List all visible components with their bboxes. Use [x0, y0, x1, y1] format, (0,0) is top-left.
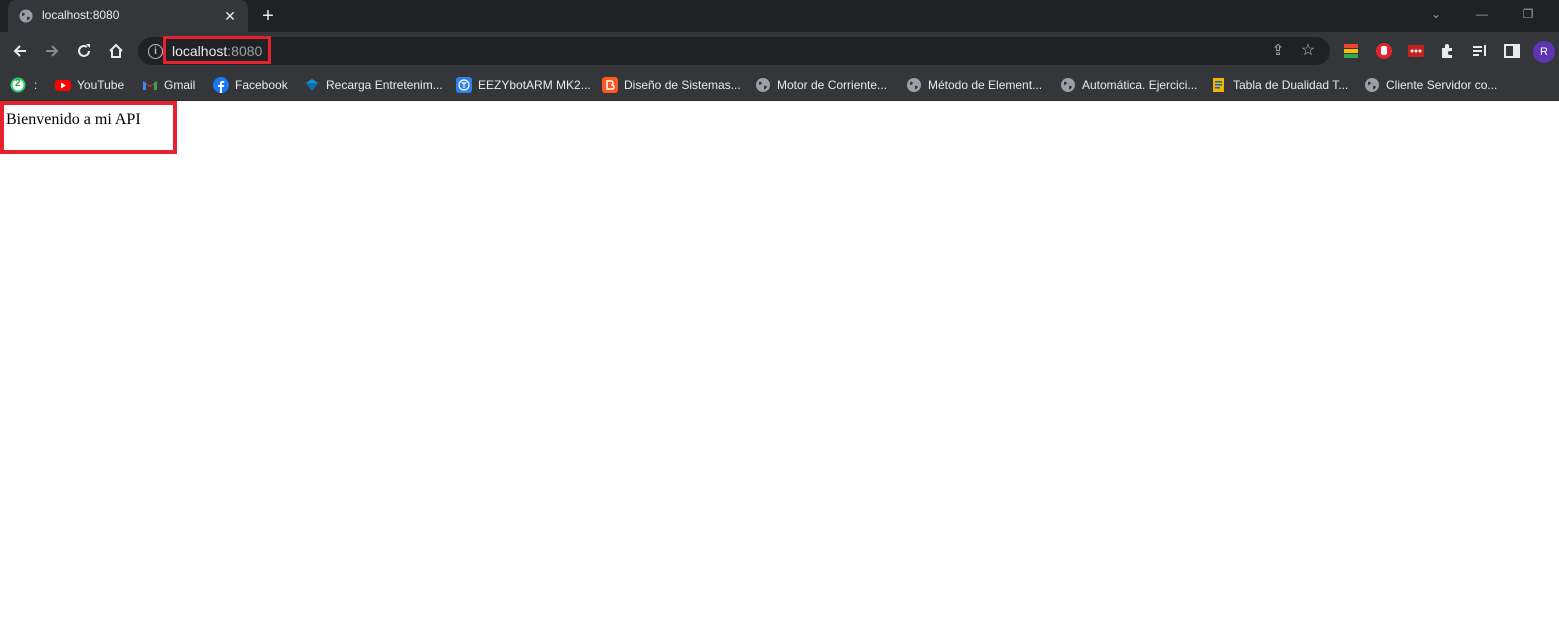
bookmark-label: Cliente Servidor co... [1386, 78, 1498, 92]
globe-icon [907, 78, 921, 92]
globe-icon [19, 9, 33, 23]
bookmark-label: Diseño de Sistemas... [624, 78, 741, 92]
arrow-right-icon [46, 45, 59, 57]
forward-button[interactable] [38, 37, 66, 65]
bookmarks-bar: 2 : YouTube Gmail Facebook Recarga Entre… [0, 70, 1559, 101]
profile-avatar[interactable]: R [1533, 41, 1555, 63]
tab-close-icon[interactable]: ✕ [220, 6, 240, 26]
bookmark-tabla-dualidad[interactable]: Tabla de Dualidad T... [1211, 75, 1356, 95]
new-tab-button[interactable]: + [256, 4, 280, 28]
bookmark-automatica[interactable]: Automática. Ejercici... [1060, 75, 1200, 95]
minimize-button[interactable]: — [1459, 0, 1505, 32]
gmail-icon [143, 81, 157, 90]
translate-icon [456, 77, 472, 93]
bookmark-star-icon[interactable]: ☆ [1298, 41, 1318, 61]
bookmark-label: EEZYbotARM MK2... [478, 78, 591, 92]
bookmark-label: YouTube [77, 78, 125, 92]
extensions-puzzle-icon[interactable] [1439, 42, 1457, 60]
bookmark-gmail[interactable]: Gmail [142, 75, 202, 95]
tab-search-dropdown-icon[interactable]: ⌄ [1413, 0, 1459, 32]
site-info-icon[interactable]: i [148, 44, 163, 59]
back-button[interactable] [6, 37, 34, 65]
extension-dots-icon[interactable] [1407, 42, 1425, 60]
page-content: Bienvenido a mi API [0, 101, 1559, 633]
restore-button[interactable]: ❐ [1505, 0, 1551, 32]
blogger-icon [602, 77, 618, 93]
apps-separator: : [34, 78, 38, 92]
bookmark-metodo-element[interactable]: Método de Element... [906, 75, 1051, 95]
bookmark-label: Método de Element... [928, 78, 1043, 92]
side-panel-icon[interactable] [1503, 42, 1521, 60]
globe-icon [756, 78, 770, 92]
home-button[interactable] [102, 37, 130, 65]
youtube-icon [55, 80, 71, 91]
apps-shortcut[interactable]: 2 : [10, 75, 42, 95]
apps-badge-count: 2 [15, 78, 21, 89]
tab-title: localhost:8080 [42, 8, 120, 22]
document-icon [1213, 78, 1224, 92]
bookmark-label: Recarga Entretenim... [326, 78, 443, 92]
bookmark-label: Facebook [235, 78, 288, 92]
bookmark-label: Gmail [164, 78, 196, 92]
home-icon [109, 43, 123, 58]
bookmark-cliente-servidor[interactable]: Cliente Servidor co... [1364, 75, 1504, 95]
recarga-logo-icon [306, 79, 318, 91]
message-highlight-box [0, 101, 177, 154]
reload-button[interactable] [70, 37, 98, 65]
globe-icon [1365, 78, 1379, 92]
reading-list-icon[interactable] [1471, 42, 1489, 60]
bookmark-label: Motor de Corriente... [777, 78, 888, 92]
bookmark-youtube[interactable]: YouTube [55, 75, 130, 95]
address-bar[interactable]: i localhost:8080 ⇪ ☆ [138, 37, 1330, 65]
arrow-left-icon [13, 45, 26, 57]
globe-icon [1061, 78, 1075, 92]
bookmark-diseno-sistemas[interactable]: Diseño de Sistemas... [602, 75, 742, 95]
bookmark-label: Automática. Ejercici... [1082, 78, 1198, 92]
bookmark-eezybotarm[interactable]: EEZYbotARM MK2... [456, 75, 591, 95]
bookmark-facebook[interactable]: Facebook [213, 75, 293, 95]
share-icon[interactable]: ⇪ [1268, 41, 1288, 61]
adblock-hand-icon[interactable] [1375, 42, 1393, 60]
tab-strip: localhost:8080 ✕ + ⌄ — ❐ [0, 0, 1559, 32]
extension-stack-icon[interactable] [1342, 42, 1360, 60]
active-tab[interactable]: localhost:8080 ✕ [8, 0, 248, 32]
url-highlight-box [163, 36, 271, 64]
bookmark-motor-corriente[interactable]: Motor de Corriente... [755, 75, 895, 95]
bookmark-label: Tabla de Dualidad T... [1233, 78, 1349, 92]
bookmark-recarga[interactable]: Recarga Entretenim... [304, 75, 444, 95]
reload-icon [78, 44, 90, 57]
facebook-icon [213, 77, 229, 93]
